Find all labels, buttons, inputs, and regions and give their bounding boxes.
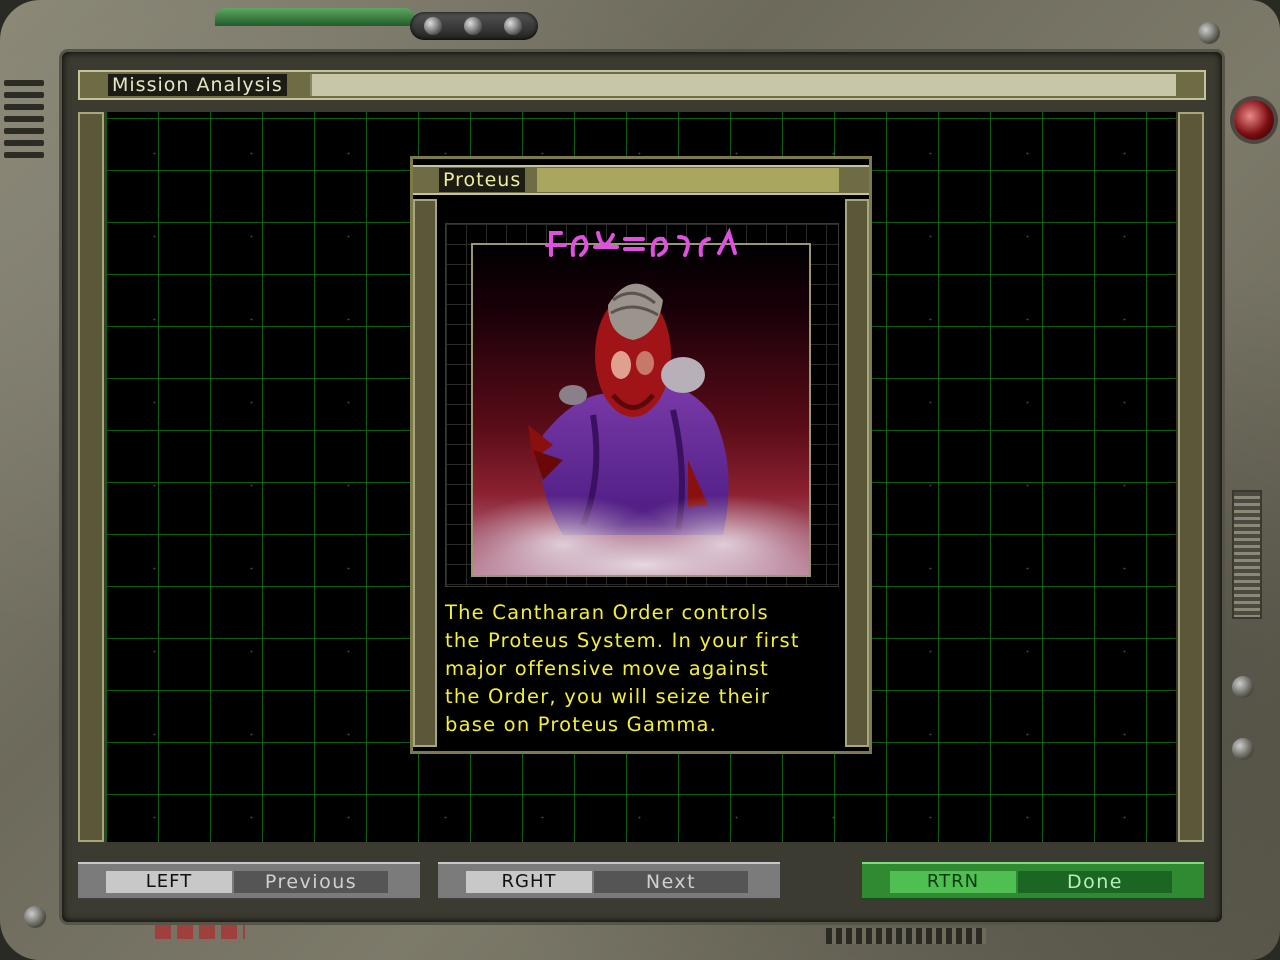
knob-icon	[424, 17, 442, 35]
knob-icon	[504, 17, 522, 35]
done-label: Done	[1018, 871, 1172, 893]
knob-icon	[464, 17, 482, 35]
red-indicator-light	[1234, 100, 1274, 140]
dossier-header-fill	[537, 168, 839, 192]
mission-description: The Cantharan Order controls the Proteus…	[445, 601, 800, 736]
previous-button[interactable]: LEFT Previous	[78, 862, 420, 900]
next-button[interactable]: RGHT Next	[438, 862, 780, 900]
window-title-bar: Mission Analysis	[78, 70, 1206, 100]
done-hotkey: RTRN	[890, 871, 1016, 893]
next-hotkey: RGHT	[466, 871, 592, 893]
left-vents	[4, 80, 44, 180]
dossier-title: Proteus	[439, 168, 526, 192]
title-bar-fill	[310, 74, 1176, 96]
right-rail	[1178, 112, 1204, 842]
done-button[interactable]: RTRN Done	[862, 862, 1204, 900]
dossier-header: Proteus	[413, 165, 869, 195]
previous-hotkey: LEFT	[106, 871, 232, 893]
bottom-vents	[826, 928, 986, 944]
previous-label: Previous	[234, 871, 388, 893]
top-knob-cluster	[410, 12, 538, 40]
bolt-icon	[1232, 676, 1254, 698]
bolt-icon	[1198, 22, 1220, 44]
dossier-right-rail	[845, 199, 869, 747]
top-status-strip	[215, 8, 415, 26]
bolt-icon	[1232, 738, 1254, 760]
right-grille	[1232, 490, 1262, 619]
window-title: Mission Analysis	[108, 74, 287, 96]
dossier-left-rail	[413, 199, 437, 747]
cantharan-portrait	[471, 243, 811, 577]
bolt-icon	[24, 906, 46, 928]
next-label: Next	[594, 871, 748, 893]
bottom-red-marks	[155, 925, 245, 939]
left-rail	[78, 112, 104, 842]
faction-dossier-panel: Proteus The Cantharan Order controls the…	[410, 156, 872, 754]
alien-script-logo	[545, 227, 737, 257]
